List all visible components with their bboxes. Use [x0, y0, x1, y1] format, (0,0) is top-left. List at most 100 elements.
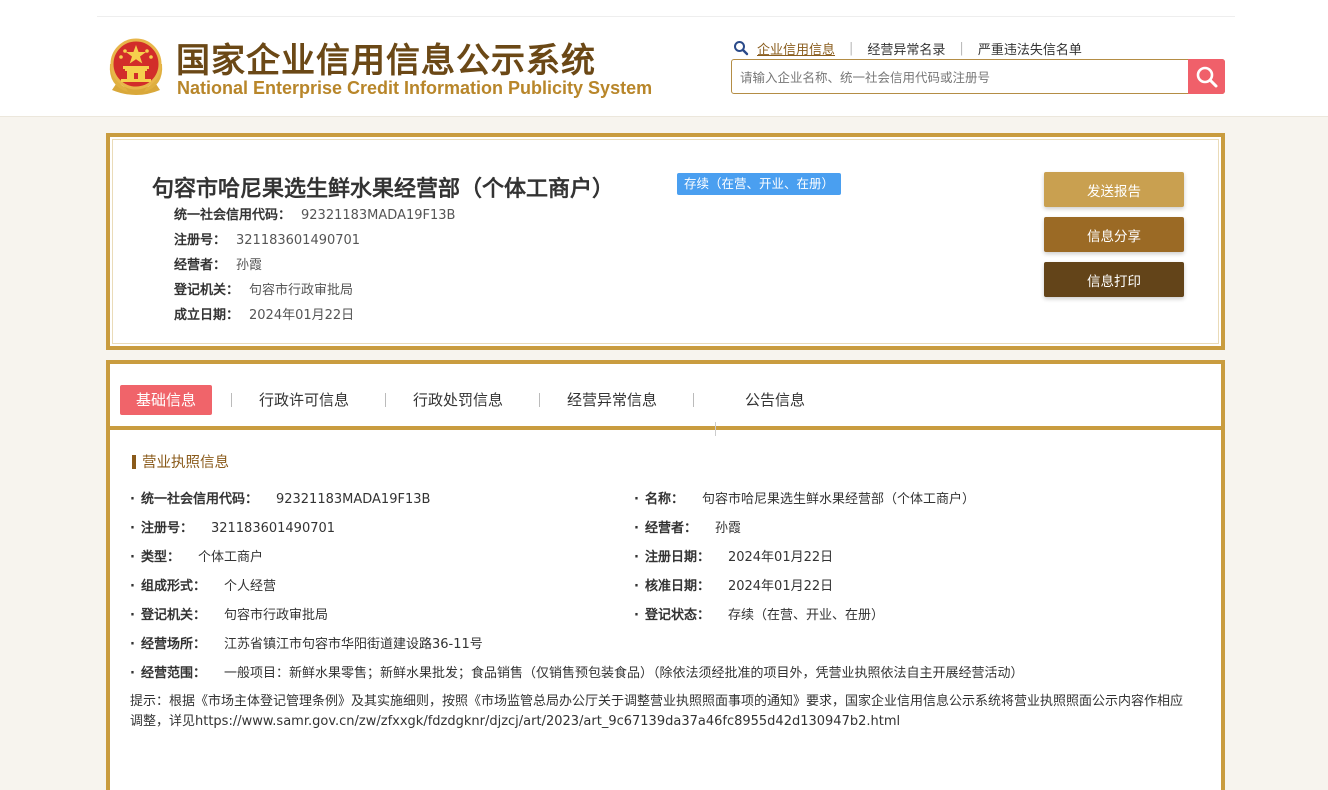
section-title-text: 营业执照信息	[142, 455, 229, 471]
summary-row-established-date: 成立日期： 2024年01月22日	[174, 307, 455, 332]
tab-basic-info[interactable]: 基础信息	[120, 385, 213, 415]
nav-serious-violation-list[interactable]: 严重违法失信名单	[978, 39, 1082, 58]
summary-row-authority: 登记机关： 句容市行政审批局	[174, 282, 455, 307]
summary-info-list: 统一社会信用代码： 92321183MADA19F13B 注册号： 32118360…	[174, 207, 455, 332]
header-top-divider	[97, 16, 1235, 17]
field-value: 92321183MADA19F13B	[301, 208, 456, 223]
detail-value: 一般项目：新鲜水果零售；新鲜水果批发；食品销售（仅销售预包装食品）（除依法须经批…	[223, 666, 1024, 681]
site-header: 国家企业信用信息公示系统 National Enterprise Credit …	[0, 0, 1328, 117]
tab-divider	[385, 393, 386, 407]
print-info-button[interactable]: 信息打印	[1044, 262, 1184, 297]
summary-row-credit-code: 统一社会信用代码： 92321183MADA19F13B	[174, 207, 455, 232]
tab-divider	[231, 393, 232, 407]
detail-label: 核准日期：	[644, 579, 710, 594]
bullet: ·	[130, 608, 135, 623]
tab-abnormal-operation[interactable]: 经营异常信息	[567, 385, 657, 415]
detail-label: 注册日期：	[644, 550, 710, 565]
detail-card: 基础信息 行政许可信息 行政处罚信息 经营异常信息 公告信息 营业执照信息 · 统…	[106, 360, 1225, 790]
detail-row-reg-number: · 注册号： 321183601490701	[130, 517, 335, 536]
nav-enterprise-credit-info[interactable]: 企业信用信息	[757, 39, 835, 58]
field-label: 注册号：	[174, 233, 227, 248]
share-info-button[interactable]: 信息分享	[1044, 217, 1184, 252]
bullet: ·	[130, 666, 135, 681]
detail-row-registration-date: · 注册日期： 2024年01月22日	[634, 546, 833, 565]
detail-label: 登记机关：	[140, 608, 206, 623]
detail-value: 孙霞	[714, 521, 741, 536]
site-subtitle: National Enterprise Credit Information P…	[177, 78, 653, 98]
field-label: 统一社会信用代码：	[174, 208, 292, 223]
tab-admin-penalty[interactable]: 行政处罚信息	[413, 385, 503, 415]
detail-value: 2024年01月22日	[727, 579, 834, 594]
detail-label: 类型：	[140, 550, 180, 565]
detail-label: 登记状态：	[644, 608, 710, 623]
field-label: 成立日期：	[174, 308, 240, 323]
bullet: ·	[634, 579, 639, 594]
field-value: 句容市行政审批局	[249, 283, 354, 298]
status-badge: 存续（在营、开业、在册）	[677, 173, 842, 195]
detail-row-business-scope: · 经营范围： 一般项目：新鲜水果零售；新鲜水果批发；食品销售（仅销售预包装食品）（…	[130, 662, 1023, 681]
field-value: 321183601490701	[236, 233, 361, 248]
detail-label: 经营场所：	[140, 637, 206, 652]
detail-row-registration-status: · 登记状态： 存续（在营、开业、在册）	[634, 604, 884, 623]
detail-row-approval-date: · 核准日期： 2024年01月22日	[634, 575, 833, 594]
detail-label: 统一社会信用代码：	[140, 492, 258, 507]
summary-row-reg-number: 注册号： 321183601490701	[174, 232, 455, 257]
bullet: ·	[634, 550, 639, 565]
section-bar	[132, 455, 136, 469]
tab-divider	[693, 393, 694, 407]
field-label: 经营者：	[174, 258, 227, 273]
bullet: ·	[130, 579, 135, 594]
detail-value: 个人经营	[223, 579, 276, 594]
enterprise-summary-card: 句容市哈尼果选生鲜水果经营部（个体工商户） 存续（在营、开业、在册） 统一社会信…	[106, 133, 1225, 350]
summary-row-operator: 经营者： 孙霞	[174, 257, 455, 282]
detail-value: 2024年01月22日	[727, 550, 834, 565]
detail-value: 存续（在营、开业、在册）	[727, 608, 884, 623]
detail-label: 经营范围：	[140, 666, 206, 681]
detail-value: 江苏省镇江市句容市华阳街道建设路36-11号	[223, 637, 483, 652]
detail-label: 经营者：	[644, 521, 697, 536]
detail-row-name: · 名称： 句容市哈尼果选生鲜水果经营部（个体工商户）	[634, 488, 975, 507]
bullet: ·	[130, 637, 135, 652]
section-title: 营业执照信息	[132, 451, 229, 472]
license-notice: 提示：根据《市场主体登记管理条例》及其实施细则，按照《市场监管总局办公厅关于调整…	[130, 694, 1184, 729]
tab-admin-license[interactable]: 行政许可信息	[259, 385, 349, 415]
send-report-button[interactable]: 发送报告	[1044, 172, 1184, 207]
bullet: ·	[634, 492, 639, 507]
search-input[interactable]	[738, 60, 1182, 95]
field-value: 孙霞	[236, 258, 263, 273]
field-value: 2024年01月22日	[249, 308, 355, 323]
tab-bar: 基础信息 行政许可信息 行政处罚信息 经营异常信息 公告信息	[110, 370, 1221, 436]
search-button[interactable]	[1188, 59, 1225, 94]
detail-label: 组成形式：	[140, 579, 206, 594]
detail-row-authority: · 登记机关： 句容市行政审批局	[130, 604, 328, 623]
bullet: ·	[130, 550, 135, 565]
detail-value: 92321183MADA19F13B	[275, 492, 431, 507]
bullet: ·	[130, 492, 135, 507]
detail-row-organization-form: · 组成形式： 个人经营	[130, 575, 276, 594]
tab-announcements[interactable]: 公告信息	[745, 385, 805, 415]
detail-value: 句容市行政审批局	[223, 608, 328, 623]
bullet: ·	[634, 521, 639, 536]
detail-value: 句容市哈尼果选生鲜水果经营部（个体工商户）	[701, 492, 975, 507]
bullet: ·	[634, 608, 639, 623]
tab-divider	[539, 393, 540, 407]
search-icon	[734, 41, 749, 56]
nav-separator: |	[849, 40, 854, 56]
detail-row-credit-code: · 统一社会信用代码： 92321183MADA19F13B	[130, 488, 430, 507]
detail-value: 321183601490701	[210, 521, 336, 536]
site-title: 国家企业信用信息公示系统	[176, 41, 596, 81]
search-icon	[1196, 66, 1217, 87]
detail-row-operator: · 经营者： 孙霞	[634, 517, 741, 536]
top-nav: 企业信用信息 | 经营异常名录 | 严重违法失信名单	[733, 38, 1082, 58]
detail-row-type: · 类型： 个体工商户	[130, 546, 263, 565]
bullet: ·	[130, 521, 135, 536]
enterprise-name: 句容市哈尼果选生鲜水果经营部（个体工商户）	[152, 177, 615, 202]
detail-label: 注册号：	[140, 521, 193, 536]
search-box	[731, 59, 1225, 95]
nav-abnormal-operation-list[interactable]: 经营异常名录	[867, 39, 945, 58]
detail-label: 名称：	[644, 492, 684, 507]
field-label: 登记机关：	[174, 283, 240, 298]
detail-row-business-premises: · 经营场所： 江苏省镇江市句容市华阳街道建设路36-11号	[130, 633, 483, 652]
detail-value: 个体工商户	[197, 550, 263, 565]
nav-separator: |	[959, 40, 964, 56]
